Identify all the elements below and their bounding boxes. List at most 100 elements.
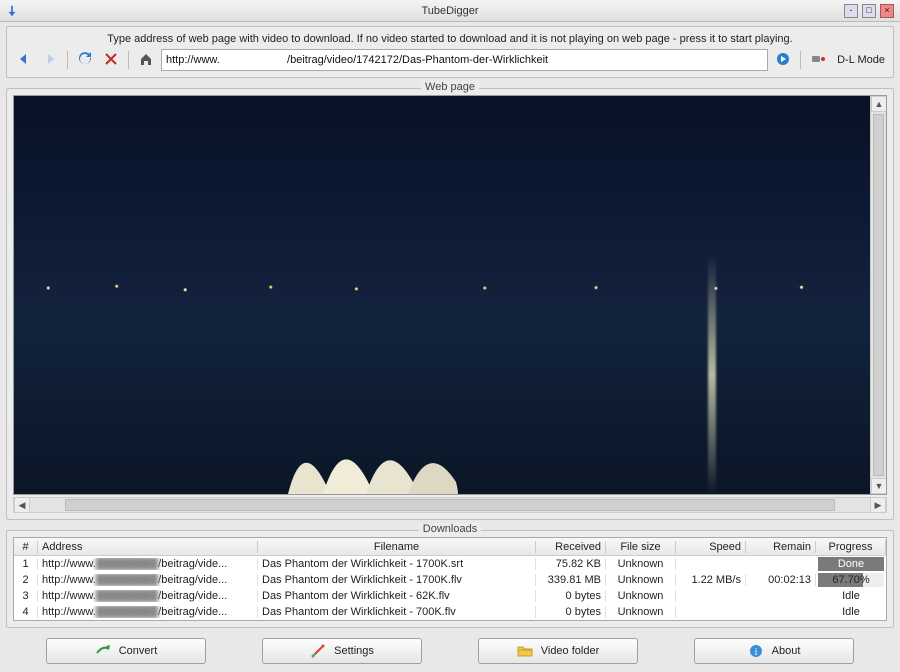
toolbar-separator [800, 51, 801, 69]
toolbar-separator [67, 51, 68, 69]
cell-num: 1 [14, 558, 38, 570]
col-received[interactable]: Received [536, 541, 606, 553]
cell-filename: Das Phantom der Wirklichkeit - 1700K.srt [258, 558, 536, 570]
scroll-down-icon[interactable]: ▼ [871, 478, 887, 494]
forward-button[interactable] [39, 49, 61, 71]
convert-button[interactable]: Convert [46, 638, 206, 664]
cell-address: http://www.████████/beitrag/vide... [38, 574, 258, 586]
scroll-right-icon[interactable]: ▶ [870, 497, 886, 513]
reload-button[interactable] [74, 49, 96, 71]
maximize-button[interactable]: □ [862, 4, 876, 18]
address-input[interactable] [161, 49, 768, 71]
settings-button[interactable]: Settings [262, 638, 422, 664]
web-page-label: Web page [421, 81, 479, 93]
minimize-button[interactable]: ‐ [844, 4, 858, 18]
table-row[interactable]: 4http://www.████████/beitrag/vide...Das … [14, 604, 886, 620]
go-button[interactable] [772, 49, 794, 71]
client-area: Type address of web page with video to d… [0, 22, 900, 672]
downloads-group: Downloads # Address Filename Received Fi… [6, 530, 894, 628]
cell-received: 339.81 MB [536, 574, 606, 586]
cell-filename: Das Phantom der Wirklichkeit - 1700K.flv [258, 574, 536, 586]
moon-reflection [708, 255, 716, 494]
table-row[interactable]: 3http://www.████████/beitrag/vide...Das … [14, 588, 886, 604]
table-row[interactable]: 1http://www.████████/beitrag/vide...Das … [14, 556, 886, 572]
cell-filename: Das Phantom der Wirklichkeit - 62K.flv [258, 590, 536, 602]
cell-filesize: Unknown [606, 606, 676, 618]
home-icon [139, 52, 153, 69]
cell-progress: Idle [816, 589, 886, 603]
forward-icon [43, 52, 57, 69]
scroll-left-icon[interactable]: ◀ [14, 497, 30, 513]
col-address[interactable]: Address [38, 541, 258, 553]
web-page-viewport[interactable]: ▲ ▼ [13, 95, 887, 495]
cell-filesize: Unknown [606, 590, 676, 602]
cell-speed: 1.22 MB/s [676, 574, 746, 586]
stop-button[interactable] [100, 49, 122, 71]
cell-num: 3 [14, 590, 38, 602]
cell-address: http://www.████████/beitrag/vide... [38, 606, 258, 618]
record-icon [811, 52, 825, 69]
water-backdrop [14, 303, 870, 494]
cell-filename: Das Phantom der Wirklichkeit - 700K.flv [258, 606, 536, 618]
scroll-up-icon[interactable]: ▲ [871, 96, 887, 112]
cell-num: 4 [14, 606, 38, 618]
vertical-scrollbar[interactable]: ▲ ▼ [870, 96, 886, 494]
table-row[interactable]: 2http://www.████████/beitrag/vide...Das … [14, 572, 886, 588]
close-button[interactable]: × [880, 4, 894, 18]
bottom-button-bar: Convert Settings Video folder i About [6, 632, 894, 666]
convert-icon [95, 643, 111, 659]
titlebar: TubeDigger ‐ □ × [0, 0, 900, 22]
home-button[interactable] [135, 49, 157, 71]
about-button[interactable]: i About [694, 638, 854, 664]
go-icon [776, 52, 790, 69]
col-num[interactable]: # [14, 541, 38, 553]
scroll-thumb[interactable] [873, 114, 884, 476]
cell-filesize: Unknown [606, 574, 676, 586]
cell-num: 2 [14, 574, 38, 586]
settings-icon [310, 643, 326, 659]
col-filename[interactable]: Filename [258, 541, 536, 553]
address-toolbar-group: Type address of web page with video to d… [6, 26, 894, 78]
cell-progress: Idle [816, 605, 886, 619]
col-remain[interactable]: Remain [746, 541, 816, 553]
hscroll-thumb[interactable] [65, 499, 834, 511]
cell-progress: Done [816, 556, 886, 572]
toolbar-separator [128, 51, 129, 69]
record-button[interactable] [807, 49, 829, 71]
toolbar-row: D-L Mode [13, 49, 887, 71]
video-folder-label: Video folder [541, 645, 600, 657]
convert-label: Convert [119, 645, 158, 657]
cell-progress: 67.70% [816, 572, 886, 588]
city-lights [14, 279, 870, 297]
cell-received: 75.82 KB [536, 558, 606, 570]
about-label: About [772, 645, 801, 657]
window-controls: ‐ □ × [844, 4, 900, 18]
cell-remain: 00:02:13 [746, 574, 816, 586]
app-icon [4, 3, 20, 19]
mode-label: D-L Mode [835, 54, 887, 66]
downloads-header-row: # Address Filename Received File size Sp… [14, 538, 886, 556]
stop-icon [105, 53, 117, 68]
video-folder-button[interactable]: Video folder [478, 638, 638, 664]
folder-icon [517, 643, 533, 659]
app-title: TubeDigger [0, 5, 900, 17]
col-filesize[interactable]: File size [606, 541, 676, 553]
hscroll-track[interactable] [32, 499, 868, 511]
col-progress[interactable]: Progress [816, 540, 886, 554]
horizontal-scrollbar[interactable]: ◀ ▶ [13, 497, 887, 513]
reload-icon [78, 52, 92, 69]
cell-filesize: Unknown [606, 558, 676, 570]
svg-text:i: i [754, 647, 757, 658]
cell-address: http://www.████████/beitrag/vide... [38, 590, 258, 602]
cell-received: 0 bytes [536, 590, 606, 602]
hint-text: Type address of web page with video to d… [13, 33, 887, 45]
downloads-body: 1http://www.████████/beitrag/vide...Das … [14, 556, 886, 620]
cell-address: http://www.████████/beitrag/vide... [38, 558, 258, 570]
downloads-table[interactable]: # Address Filename Received File size Sp… [13, 537, 887, 621]
cell-received: 0 bytes [536, 606, 606, 618]
col-speed[interactable]: Speed [676, 541, 746, 553]
back-button[interactable] [13, 49, 35, 71]
video-area[interactable] [14, 96, 870, 494]
web-page-group: Web page ▲ ▼ ◀ [6, 88, 894, 520]
about-icon: i [748, 643, 764, 659]
